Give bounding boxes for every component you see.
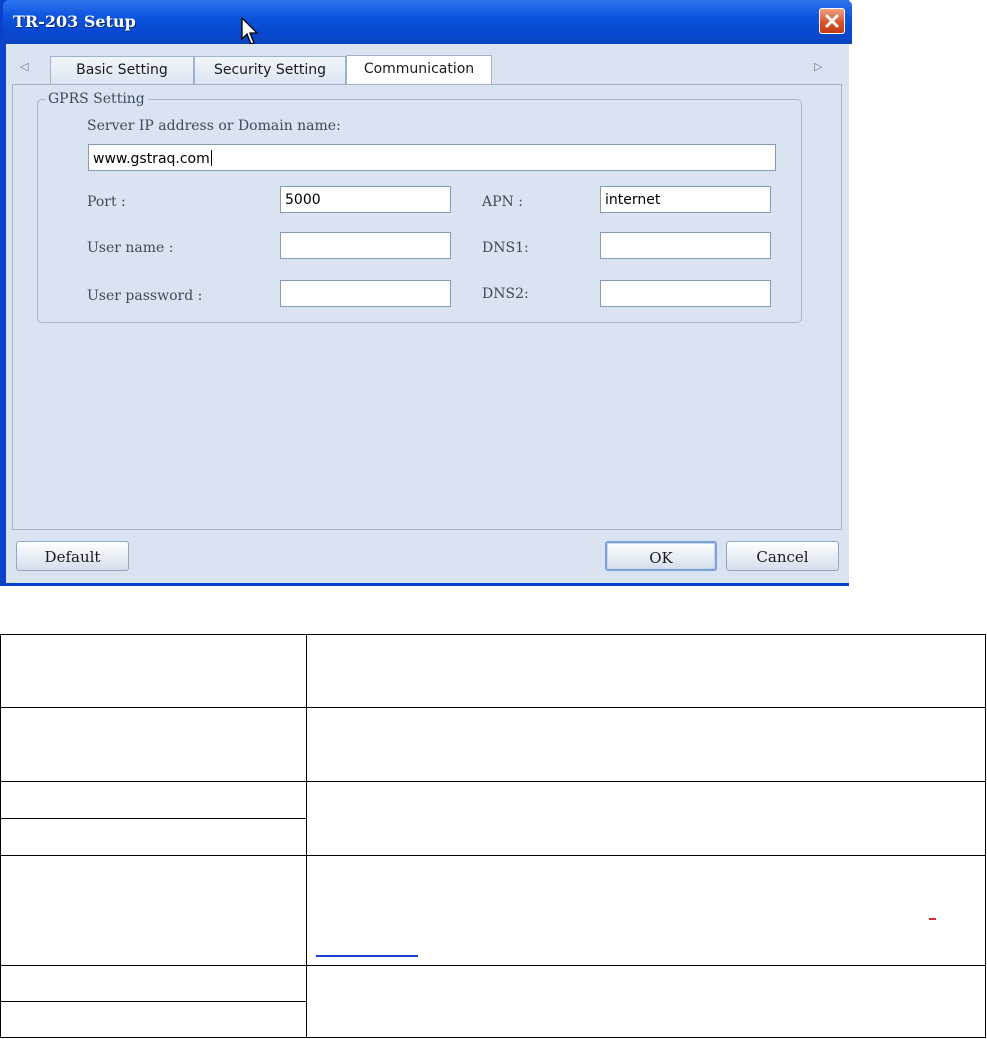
ok-button[interactable]: OK bbox=[605, 541, 717, 571]
dns1-input[interactable] bbox=[600, 232, 771, 259]
close-icon bbox=[825, 14, 839, 28]
table-cell bbox=[0, 781, 307, 819]
dns2-input[interactable] bbox=[600, 280, 771, 307]
username-label: User name : bbox=[87, 240, 174, 256]
table-cell bbox=[306, 855, 986, 966]
server-address-input[interactable]: www.gstraq.com bbox=[88, 144, 776, 171]
title-bar[interactable]: TR-203 Setup bbox=[3, 0, 852, 44]
window-title: TR-203 Setup bbox=[13, 12, 136, 31]
tab-security-setting[interactable]: Security Setting bbox=[194, 56, 346, 84]
table-row bbox=[0, 965, 986, 1038]
parameter-table bbox=[0, 634, 986, 1038]
table-cell bbox=[0, 634, 307, 708]
dns1-label: DNS1: bbox=[482, 240, 529, 256]
hyperlink-underline[interactable] bbox=[316, 955, 418, 957]
setup-dialog: TR-203 Setup ◁ Basic Setting Security Se… bbox=[0, 0, 852, 586]
table-cell bbox=[0, 818, 307, 856]
table-cell bbox=[0, 855, 307, 966]
tab-scroll-right-icon[interactable]: ▷ bbox=[814, 60, 822, 73]
table-row bbox=[0, 855, 986, 966]
username-input[interactable] bbox=[280, 232, 451, 259]
port-input[interactable]: 5000 bbox=[280, 186, 451, 213]
default-button[interactable]: Default bbox=[16, 541, 129, 571]
tab-communication[interactable]: Communication bbox=[346, 55, 492, 85]
gprs-group-label: GPRS Setting bbox=[45, 91, 148, 107]
hyperlink-mark bbox=[929, 918, 936, 920]
server-label: Server IP address or Domain name: bbox=[87, 118, 341, 134]
server-address-value: www.gstraq.com bbox=[93, 151, 210, 167]
port-label: Port : bbox=[87, 194, 126, 210]
arrow-cursor-icon bbox=[241, 17, 259, 45]
table-row bbox=[0, 634, 986, 708]
table-cell bbox=[306, 707, 986, 782]
apn-label: APN : bbox=[482, 194, 523, 210]
password-label: User password : bbox=[87, 288, 203, 304]
table-row bbox=[0, 707, 986, 782]
table-cell bbox=[306, 781, 986, 856]
dns2-label: DNS2: bbox=[482, 286, 529, 302]
tab-strip: ◁ Basic Setting Security Setting Communi… bbox=[6, 44, 849, 85]
cancel-button[interactable]: Cancel bbox=[726, 541, 839, 571]
dialog-client-area: ◁ Basic Setting Security Setting Communi… bbox=[6, 44, 849, 583]
apn-input[interactable]: internet bbox=[600, 186, 771, 213]
table-cell bbox=[0, 1001, 307, 1038]
tab-basic-setting[interactable]: Basic Setting bbox=[50, 56, 194, 84]
communication-panel: GPRS Setting Server IP address or Domain… bbox=[12, 84, 842, 530]
text-caret bbox=[210, 150, 212, 166]
password-input[interactable] bbox=[280, 280, 451, 307]
table-row bbox=[0, 781, 986, 856]
tab-scroll-left-icon[interactable]: ◁ bbox=[20, 60, 28, 73]
close-button[interactable] bbox=[819, 8, 845, 34]
table-cell bbox=[306, 634, 986, 708]
table-cell bbox=[0, 965, 307, 1002]
gprs-setting-group: GPRS Setting Server IP address or Domain… bbox=[37, 91, 802, 323]
table-cell bbox=[0, 707, 307, 782]
table-cell bbox=[306, 965, 986, 1038]
